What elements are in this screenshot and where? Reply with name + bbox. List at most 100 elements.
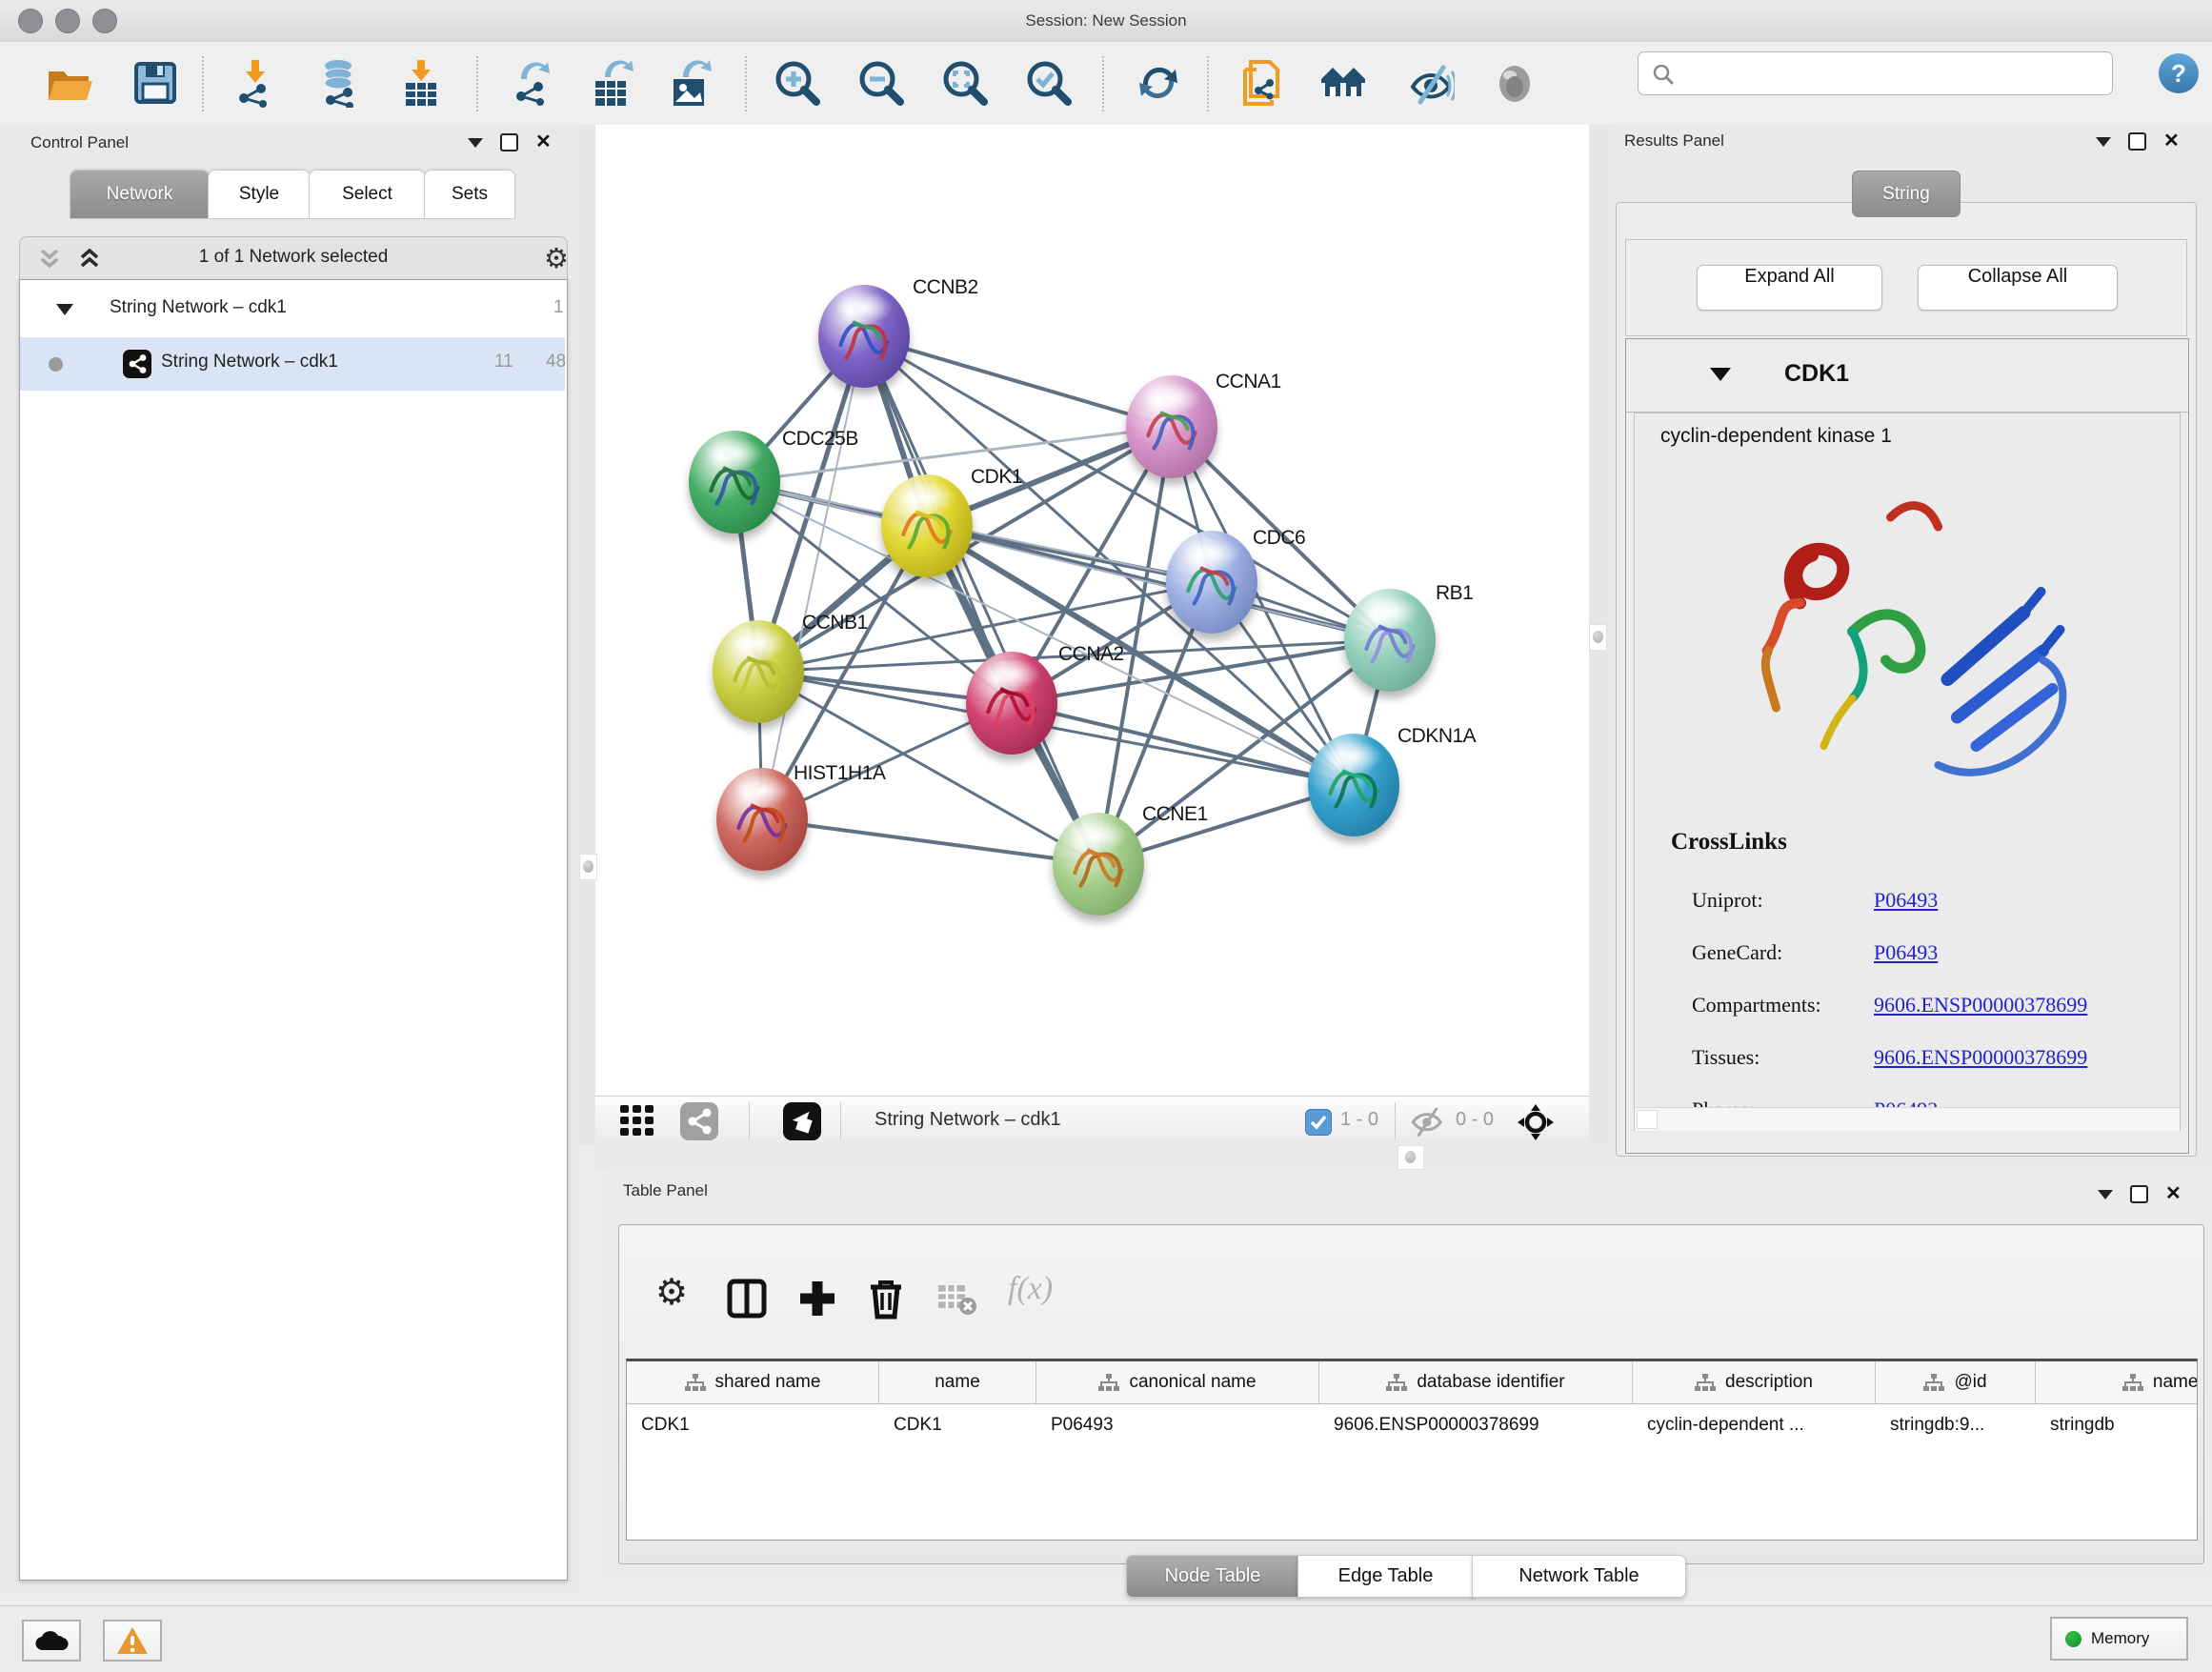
tab-select[interactable]: Select bbox=[309, 170, 426, 219]
network-node-RB1[interactable] bbox=[1344, 589, 1436, 692]
node-table[interactable]: shared namenamecanonical namedatabase id… bbox=[626, 1359, 2198, 1541]
column-header-@id[interactable]: @id bbox=[1876, 1361, 2036, 1404]
tab-style[interactable]: Style bbox=[208, 170, 311, 219]
network-canvas[interactable]: CCNB2CCNA1CDC25BCDK1CDC6RB1CCNB1CCNA2CDK… bbox=[595, 125, 1589, 1096]
zoom-out-icon[interactable] bbox=[856, 58, 906, 108]
tab-network-table[interactable]: Network Table bbox=[1472, 1555, 1686, 1598]
node-label-CDC6: CDC6 bbox=[1253, 527, 1305, 550]
section-expand-icon[interactable] bbox=[1710, 368, 1731, 381]
network-node-CCNE1[interactable] bbox=[1053, 813, 1144, 916]
table-cell[interactable]: cyclin-dependent ... bbox=[1633, 1404, 1875, 1446]
selected-checkbox-icon[interactable] bbox=[1305, 1109, 1332, 1136]
expand-all-button[interactable]: Expand All bbox=[1697, 265, 1882, 311]
import-table-icon[interactable] bbox=[396, 58, 446, 108]
panel-menu-icon[interactable] bbox=[2096, 137, 2111, 147]
table-cell[interactable]: CDK1 bbox=[627, 1404, 878, 1446]
network-share-view-icon[interactable] bbox=[680, 1102, 718, 1140]
panel-close-icon[interactable]: ✕ bbox=[2163, 134, 2180, 149]
table-cell[interactable]: P06493 bbox=[1036, 1404, 1318, 1446]
network-node-CDK1[interactable] bbox=[881, 474, 973, 577]
column-header-canonicalname[interactable]: canonical name bbox=[1036, 1361, 1319, 1404]
panel-close-icon[interactable]: ✕ bbox=[2165, 1187, 2182, 1201]
import-database-icon[interactable] bbox=[315, 58, 365, 108]
tab-sets[interactable]: Sets bbox=[424, 170, 515, 219]
home-networks-icon[interactable] bbox=[1319, 58, 1369, 108]
column-header-namespace[interactable]: namespace bbox=[2036, 1361, 2198, 1404]
network-node-CCNA1[interactable] bbox=[1126, 375, 1217, 478]
network-node-CCNB1[interactable] bbox=[713, 620, 804, 723]
splitter-left[interactable] bbox=[579, 125, 595, 1145]
panel-float-icon[interactable] bbox=[2128, 132, 2146, 151]
import-network-icon[interactable] bbox=[231, 58, 280, 108]
network-collection-row[interactable]: String Network – cdk1 1 bbox=[20, 286, 565, 335]
add-column-icon[interactable] bbox=[796, 1278, 838, 1319]
column-header-name[interactable]: name bbox=[879, 1361, 1036, 1404]
function-builder-icon: f(x) bbox=[1008, 1271, 1053, 1307]
birdseye-view-icon[interactable] bbox=[783, 1102, 821, 1140]
move-tool-icon[interactable] bbox=[1516, 1102, 1556, 1142]
table-cell[interactable]: stringdb bbox=[2036, 1404, 2198, 1446]
columns-icon[interactable] bbox=[726, 1278, 768, 1319]
cloud-button[interactable] bbox=[22, 1620, 81, 1662]
network-node-CDC25B[interactable] bbox=[689, 431, 780, 534]
protein-section: CDK1 cyclin-dependent kinase 1 bbox=[1625, 338, 2189, 1154]
warning-button[interactable] bbox=[103, 1620, 162, 1662]
status-bar: Memory bbox=[0, 1605, 2212, 1672]
splitter-right[interactable] bbox=[1589, 125, 1610, 1145]
save-session-icon[interactable] bbox=[131, 58, 180, 108]
expand-collapse-box: Expand All Collapse All bbox=[1625, 239, 2187, 336]
column-header-sharedname[interactable]: shared name bbox=[627, 1361, 879, 1404]
eye-gray-icon bbox=[1490, 58, 1539, 108]
table-cell[interactable]: stringdb:9... bbox=[1876, 1404, 2035, 1446]
network-node-CCNA2[interactable] bbox=[966, 652, 1057, 755]
open-folder-icon[interactable] bbox=[45, 58, 94, 108]
network-node-CDKN1A[interactable] bbox=[1308, 734, 1399, 836]
hide-eye-icon[interactable] bbox=[1405, 58, 1455, 108]
refresh-icon[interactable] bbox=[1134, 58, 1183, 108]
grid-view-icon[interactable] bbox=[620, 1105, 658, 1138]
delete-column-icon[interactable] bbox=[865, 1278, 907, 1319]
export-table-icon[interactable] bbox=[588, 58, 637, 108]
zoom-fit-icon[interactable] bbox=[940, 58, 990, 108]
search-input[interactable] bbox=[1638, 51, 2113, 95]
column-header-description[interactable]: description bbox=[1633, 1361, 1876, 1404]
panel-float-icon[interactable] bbox=[2130, 1185, 2148, 1203]
export-network-icon[interactable] bbox=[508, 58, 557, 108]
help-button[interactable]: ? bbox=[2159, 53, 2199, 93]
node-label-HIST1H1A: HIST1H1A bbox=[794, 762, 885, 785]
table-cell[interactable]: CDK1 bbox=[879, 1404, 1036, 1446]
network-node-CDC6[interactable] bbox=[1166, 531, 1257, 634]
column-header-databaseidentifier[interactable]: database identifier bbox=[1319, 1361, 1633, 1404]
memory-button[interactable]: Memory bbox=[2050, 1617, 2188, 1661]
shared-column-icon bbox=[1386, 1373, 1407, 1392]
results-hscrollbar[interactable] bbox=[1635, 1107, 2180, 1131]
shared-column-icon bbox=[1923, 1373, 1944, 1392]
tab-edge-table[interactable]: Edge Table bbox=[1297, 1555, 1474, 1598]
panel-float-icon[interactable] bbox=[500, 133, 518, 151]
collapse-all-button[interactable]: Collapse All bbox=[1918, 265, 2118, 311]
collection-expand-icon[interactable] bbox=[56, 304, 73, 315]
zoom-in-icon[interactable] bbox=[773, 58, 822, 108]
export-image-icon[interactable] bbox=[666, 58, 715, 108]
protein-section-header[interactable]: CDK1 bbox=[1626, 339, 2188, 413]
clone-network-icon[interactable] bbox=[1237, 58, 1287, 108]
network-options-gear-icon[interactable]: ⚙ bbox=[544, 242, 569, 275]
zoom-selected-icon[interactable] bbox=[1024, 58, 1074, 108]
crosslink-link[interactable]: P06493 bbox=[1874, 940, 1938, 965]
crosslink-link[interactable]: P06493 bbox=[1874, 888, 1938, 913]
node-label-CCNB1: CCNB1 bbox=[802, 612, 868, 635]
network-node-CCNB2[interactable] bbox=[818, 285, 910, 388]
panel-menu-icon[interactable] bbox=[2098, 1190, 2113, 1199]
cloud-icon bbox=[34, 1629, 69, 1652]
table-cell[interactable]: 9606.ENSP00000378699 bbox=[1319, 1404, 1632, 1446]
network-type-icon bbox=[123, 350, 151, 378]
tab-network[interactable]: Network bbox=[70, 170, 210, 219]
network-row-selected[interactable]: String Network – cdk1 11 48 bbox=[20, 337, 565, 391]
tab-node-table[interactable]: Node Table bbox=[1126, 1555, 1299, 1598]
panel-menu-icon[interactable] bbox=[468, 138, 483, 148]
panel-close-icon[interactable]: ✕ bbox=[535, 135, 552, 150]
crosslink-link[interactable]: 9606.ENSP00000378699 bbox=[1874, 1045, 2087, 1070]
tab-string[interactable]: String bbox=[1852, 171, 1961, 217]
crosslink-link[interactable]: 9606.ENSP00000378699 bbox=[1874, 993, 2087, 1017]
table-settings-gear-icon[interactable]: ⚙ bbox=[655, 1271, 688, 1314]
